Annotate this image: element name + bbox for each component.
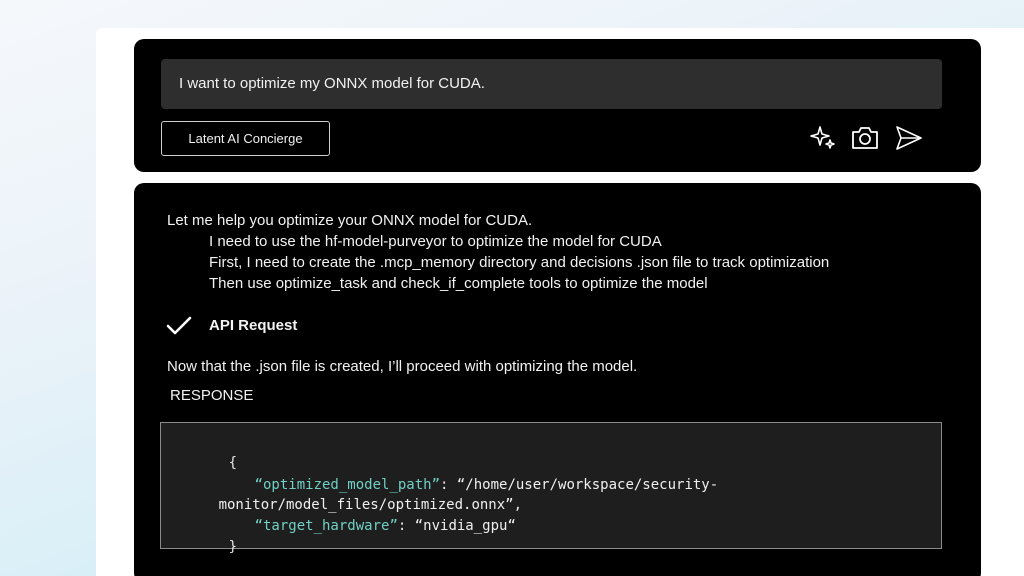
checkmark-icon — [166, 315, 192, 337]
code-key: “target_hardware” — [254, 518, 398, 534]
code-close-brace: } — [228, 539, 238, 555]
concierge-button[interactable]: Latent AI Concierge — [161, 121, 330, 156]
camera-icon[interactable] — [850, 123, 880, 153]
response-intro: Let me help you optimize your ONNX model… — [167, 212, 533, 229]
response-label: RESPONSE — [170, 387, 254, 404]
response-followup: Now that the .json file is created, I’ll… — [167, 358, 638, 375]
step-item: First, I need to create the .mcp_memory … — [209, 254, 830, 271]
api-request-label[interactable]: API Request — [209, 317, 297, 334]
prompt-card: I want to optimize my ONNX model for CUD… — [134, 39, 981, 172]
prompt-input[interactable]: I want to optimize my ONNX model for CUD… — [161, 59, 942, 109]
step-item: I need to use the hf-model-purveyor to o… — [209, 233, 662, 250]
code-colon: : — [397, 518, 415, 534]
sparkle-icon[interactable] — [808, 123, 838, 153]
response-card: Let me help you optimize your ONNX model… — [134, 183, 981, 576]
code-block: { “optimized_model_path”: “/home/user/wo… — [160, 422, 942, 555]
send-icon[interactable] — [894, 123, 924, 153]
step-item: Then use optimize_task and check_if_comp… — [209, 275, 708, 292]
code-value: “nvidia_gpu“ — [414, 518, 516, 534]
